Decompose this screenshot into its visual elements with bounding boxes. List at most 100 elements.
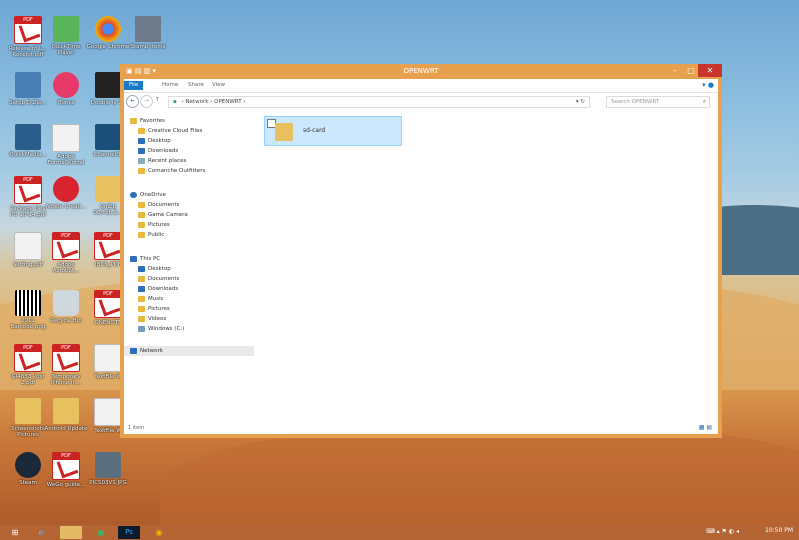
nav-label: Documents (148, 276, 180, 282)
nav-this-pc[interactable]: This PC (130, 254, 160, 264)
app-icon (95, 124, 121, 150)
zip-folder-icon (95, 176, 121, 202)
pictures-icon (138, 305, 145, 312)
desktop-icon-label: iTunes (57, 100, 75, 106)
desktop-icon[interactable]: Android Update (44, 398, 88, 448)
help-icon[interactable]: ▾ ● (702, 81, 714, 89)
desktop-icon-label: Android Update (44, 426, 88, 432)
file-explorer-taskbar-icon[interactable] (60, 526, 82, 539)
system-tray-icons[interactable]: ⌨ ▴ ⚑ ◐ ◂ (706, 528, 739, 535)
nav-item[interactable]: Pictures (138, 220, 170, 230)
nav-item[interactable]: Downloads (138, 284, 178, 294)
nav-item[interactable]: Windows (C:) (138, 324, 184, 334)
tab-view[interactable]: View (212, 81, 225, 90)
desktop-icon[interactable]: Adobe FormsCentral (44, 124, 88, 174)
desktop-icon[interactable]: Adobe Acrobat... (44, 232, 88, 282)
minimize-button[interactable]: – (668, 64, 682, 77)
desktop-icon-label: Temporary iPhone in... (50, 374, 82, 386)
network-icon (130, 347, 137, 354)
folder-icon (138, 231, 145, 238)
folder-icon (138, 275, 145, 282)
network-icon: ▪ (173, 99, 177, 105)
desktop-icon[interactable]: iTunes (44, 72, 88, 122)
videos-icon (138, 315, 145, 322)
internet-explorer-icon[interactable]: e (30, 526, 52, 539)
search-input[interactable]: Search OPENWRT ⌕ (606, 96, 710, 108)
folder-icon (53, 398, 79, 424)
music-icon (138, 295, 145, 302)
pdf-icon (52, 452, 80, 480)
pdf-icon (14, 176, 42, 204)
desktop-icon[interactable]: Adobe Creati... (44, 176, 88, 226)
tab-share[interactable]: Share (188, 81, 204, 90)
breadcrumb-network[interactable]: Network (185, 99, 208, 105)
nav-item[interactable]: Documents (138, 274, 179, 284)
nav-item[interactable]: Recent places (138, 156, 186, 166)
nav-item[interactable]: Game Camera (138, 210, 188, 220)
nav-label: This PC (140, 256, 161, 262)
document-icon (94, 398, 122, 426)
address-row: ← → ↑ ▪ › Network › OPENWRT › ▾ ↻ Search… (124, 93, 718, 109)
desktop-icon[interactable]: Stamp Items (126, 16, 170, 66)
nav-label: Videos (148, 316, 167, 322)
breadcrumb-openwrt[interactable]: OPENWRT (214, 99, 241, 105)
barcode-icon (15, 290, 41, 316)
image-icon (95, 452, 121, 478)
desktop-icon-label: Stamp Items (130, 44, 166, 50)
nav-item[interactable]: Pictures (138, 304, 170, 314)
tab-file[interactable]: File (124, 81, 144, 90)
desktop-icon[interactable]: Recycle Bin (44, 290, 88, 340)
nav-item[interactable]: Desktop (138, 136, 171, 146)
shared-folder-icon (275, 123, 293, 141)
desktop-icon-small (138, 265, 145, 272)
nav-label: Documents (148, 202, 180, 208)
document-icon (94, 344, 122, 372)
download-icon (138, 285, 145, 292)
nav-item[interactable]: Videos (138, 314, 166, 324)
nav-favorites[interactable]: Favorites (130, 116, 165, 126)
nav-item[interactable]: Downloads (138, 146, 178, 156)
start-button[interactable]: ⊞ (4, 526, 26, 539)
photoshop-icon[interactable]: Ps (118, 526, 140, 539)
view-toggle-icon[interactable]: ▦ ▤ (699, 422, 712, 434)
maximize-button[interactable]: □ (684, 64, 698, 77)
folder-item-sd-card[interactable]: sd-card (264, 116, 402, 146)
desktop-icon-label: Adobe Acrobat... (52, 262, 80, 274)
nav-network[interactable]: Network (124, 346, 254, 356)
nav-item[interactable]: Creative Cloud Files (138, 126, 202, 136)
clock[interactable]: 10:50 PM (765, 527, 793, 534)
nav-item[interactable]: Documents (138, 200, 179, 210)
back-arrow-icon[interactable]: ← (126, 95, 139, 108)
nav-item[interactable]: Comanche Outfitters (138, 166, 205, 176)
explorer-window: ▣ ▤ ▥ ▾ OPENWRT – □ ✕ File Home Share Vi… (120, 64, 722, 438)
folder-icon (138, 201, 145, 208)
app-icon (135, 16, 161, 42)
nav-item[interactable]: Public (138, 230, 164, 240)
document-icon (14, 232, 42, 260)
desktop-icon[interactable]: QuickTime Player (44, 16, 88, 66)
chrome-taskbar-icon[interactable]: ◉ (148, 526, 170, 539)
nav-item[interactable]: Desktop (138, 264, 171, 274)
address-bar[interactable]: ▪ › Network › OPENWRT › ▾ ↻ (168, 96, 590, 108)
file-list: sd-card (260, 112, 718, 422)
folder-icon (138, 221, 145, 228)
desktop-icon-label: QuickTime Player (51, 44, 81, 56)
nav-label: OneDrive (140, 192, 166, 198)
nav-item[interactable]: Music (138, 294, 164, 304)
desktop-icon[interactable]: Google Chrome (86, 16, 130, 66)
download-icon (138, 147, 145, 154)
title-bar[interactable]: ▣ ▤ ▥ ▾ OPENWRT – □ ✕ (120, 64, 722, 79)
refresh-icon[interactable]: ▾ ↻ (576, 97, 585, 107)
desktop-icon[interactable]: WeGo guide... (44, 452, 88, 502)
nav-onedrive[interactable]: OneDrive (130, 190, 166, 200)
close-button[interactable]: ✕ (698, 64, 722, 77)
recycle-bin-icon (53, 290, 79, 316)
store-icon[interactable]: ▣ (90, 526, 112, 539)
app-icon (95, 72, 121, 98)
desktop-icon[interactable]: Temporary iPhone in... (44, 344, 88, 394)
desktop-icon[interactable]: PICS03VS.JPG (86, 452, 130, 502)
steam-icon (15, 452, 41, 478)
up-arrow-icon[interactable]: ↑ (155, 97, 160, 103)
tab-home[interactable]: Home (162, 81, 178, 90)
forward-arrow-icon[interactable]: → (140, 95, 153, 108)
